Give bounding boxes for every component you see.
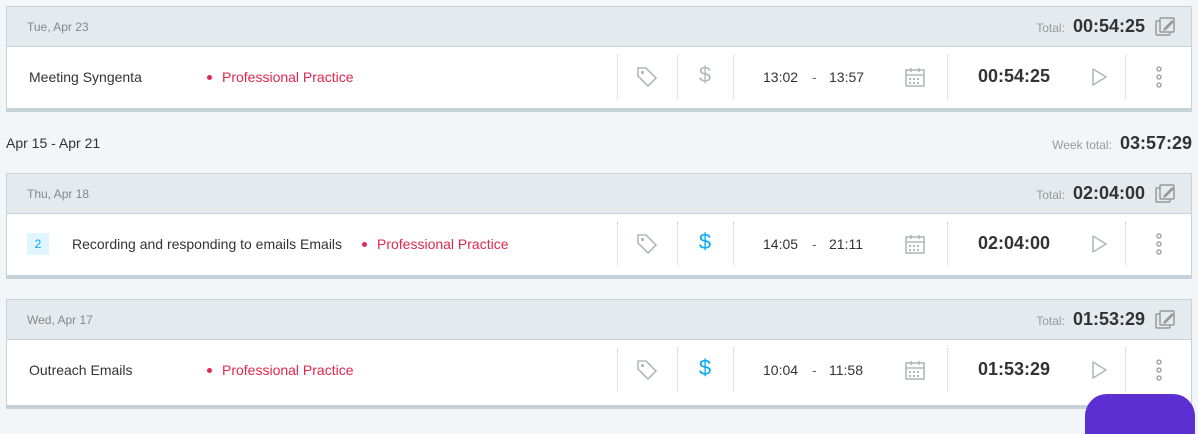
divider — [617, 348, 618, 392]
divider — [677, 222, 678, 266]
dollar-icon[interactable]: $ — [693, 229, 717, 254]
week-total-value: 03:57:29 — [1119, 133, 1192, 153]
day-card: Wed, Apr 17 Total: 01:53:29 Outreach Ema… — [6, 299, 1192, 409]
divider — [1125, 55, 1126, 99]
bulk-edit-icon[interactable] — [1155, 17, 1177, 37]
tag-icon[interactable] — [635, 65, 659, 89]
start-time[interactable]: 14:05 — [763, 236, 798, 252]
divider — [947, 55, 948, 99]
play-icon[interactable] — [1087, 232, 1111, 256]
day-total: Total: 01:53:29 — [1036, 309, 1145, 330]
start-time[interactable]: 10:04 — [763, 362, 798, 378]
more-vertical-icon[interactable] — [1147, 358, 1171, 382]
entry-duration[interactable]: 01:53:29 — [978, 359, 1050, 380]
week-range: Apr 15 - Apr 21 — [6, 135, 101, 151]
tag-icon[interactable] — [635, 358, 659, 382]
divider — [617, 55, 618, 99]
time-separator: - — [812, 236, 817, 252]
tag-icon[interactable] — [635, 232, 659, 256]
divider — [733, 348, 734, 392]
more-vertical-icon[interactable] — [1147, 65, 1171, 89]
divider — [733, 55, 734, 99]
project-name: Professional Practice — [222, 362, 354, 378]
end-time[interactable]: 13:57 — [829, 69, 864, 85]
day-header: Thu, Apr 18 Total: 02:04:00 — [7, 174, 1191, 214]
time-separator: - — [812, 362, 817, 378]
end-time[interactable]: 21:11 — [829, 236, 863, 252]
end-time[interactable]: 11:58 — [829, 362, 863, 378]
start-time[interactable]: 13:02 — [763, 69, 798, 85]
entry-description[interactable]: Meeting Syngenta — [29, 69, 142, 85]
divider — [677, 348, 678, 392]
entry-count-badge[interactable]: 2 — [27, 233, 49, 255]
divider — [617, 222, 618, 266]
entry-project[interactable]: Professional Practice — [362, 236, 509, 252]
time-separator: - — [812, 69, 817, 85]
divider — [733, 222, 734, 266]
day-total-value: 02:04:00 — [1072, 183, 1145, 203]
divider — [677, 55, 678, 99]
week-summary: Apr 15 - Apr 21 Week total: 03:57:29 — [0, 128, 1198, 158]
day-total-label: Total: — [1036, 314, 1065, 328]
day-total: Total: 02:04:00 — [1036, 183, 1145, 204]
day-header: Tue, Apr 23 Total: 00:54:25 — [7, 7, 1191, 47]
entry-project[interactable]: Professional Practice — [207, 362, 354, 378]
day-total: Total: 00:54:25 — [1036, 16, 1145, 37]
day-label: Wed, Apr 17 — [27, 313, 93, 327]
project-name: Professional Practice — [377, 236, 509, 252]
play-icon[interactable] — [1087, 358, 1111, 382]
day-label: Tue, Apr 23 — [27, 20, 89, 34]
day-total-value: 00:54:25 — [1072, 16, 1145, 36]
dollar-icon[interactable]: $ — [693, 62, 717, 87]
time-entry-row[interactable]: Outreach Emails Professional Practice $ … — [7, 340, 1191, 400]
day-total-value: 01:53:29 — [1072, 309, 1145, 329]
day-label: Thu, Apr 18 — [27, 187, 90, 201]
entry-description[interactable]: Recording and responding to emails Email… — [72, 236, 342, 252]
day-total-label: Total: — [1036, 188, 1065, 202]
entry-project[interactable]: Professional Practice — [207, 69, 354, 85]
week-total-label: Week total: — [1052, 138, 1112, 152]
day-total-label: Total: — [1036, 21, 1065, 35]
dollar-icon[interactable]: $ — [693, 355, 717, 380]
project-dot — [207, 367, 212, 373]
project-dot — [362, 241, 367, 247]
day-header: Wed, Apr 17 Total: 01:53:29 — [7, 300, 1191, 340]
week-total: Week total: 03:57:29 — [1052, 133, 1192, 154]
floating-action-button[interactable] — [1085, 394, 1195, 434]
project-name: Professional Practice — [222, 69, 354, 85]
more-vertical-icon[interactable] — [1147, 232, 1171, 256]
entry-duration[interactable]: 02:04:00 — [978, 233, 1050, 254]
day-card: Thu, Apr 18 Total: 02:04:00 2 Recording … — [6, 173, 1192, 279]
project-dot — [207, 74, 212, 80]
bulk-edit-icon[interactable] — [1155, 310, 1177, 330]
calendar-icon[interactable] — [903, 65, 927, 89]
time-entry-row[interactable]: Meeting Syngenta Professional Practice $… — [7, 47, 1191, 107]
divider — [1125, 222, 1126, 266]
calendar-icon[interactable] — [903, 358, 927, 382]
divider — [1125, 348, 1126, 392]
entry-duration[interactable]: 00:54:25 — [978, 66, 1050, 87]
divider — [947, 348, 948, 392]
play-icon[interactable] — [1087, 65, 1111, 89]
day-card: Tue, Apr 23 Total: 00:54:25 Meeting Syng… — [6, 6, 1192, 112]
calendar-icon[interactable] — [903, 232, 927, 256]
entry-description[interactable]: Outreach Emails — [29, 362, 132, 378]
time-entry-row[interactable]: 2 Recording and responding to emails Ema… — [7, 214, 1191, 274]
divider — [947, 222, 948, 266]
bulk-edit-icon[interactable] — [1155, 184, 1177, 204]
